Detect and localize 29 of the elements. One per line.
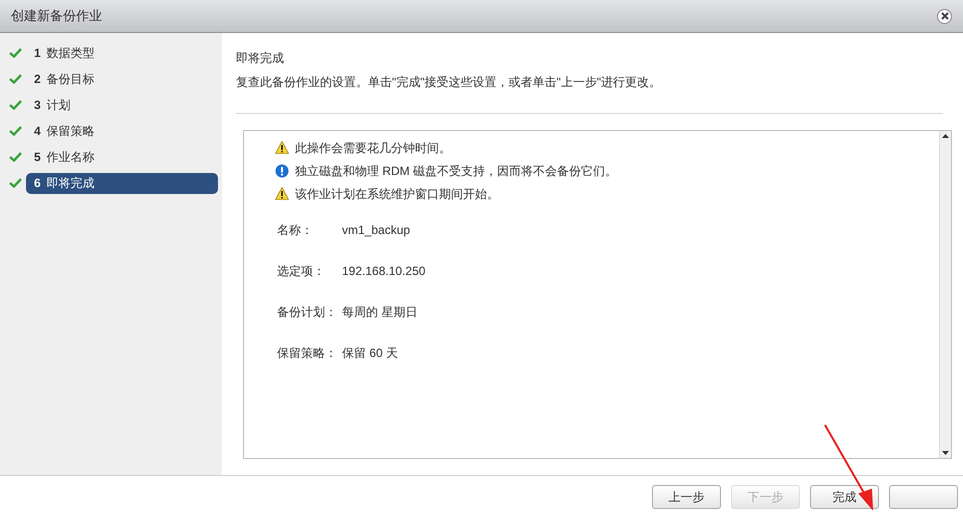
scroll-down-icon[interactable] [942, 451, 949, 455]
step-item[interactable]: 6 即将完成 [26, 172, 218, 194]
warning-icon [275, 141, 289, 154]
summary-label: 备份计划： [277, 304, 338, 321]
info-icon [275, 164, 289, 178]
close-icon[interactable] [937, 8, 952, 24]
dialog-button[interactable]: 上一步 [652, 485, 721, 509]
summary-label: 保留策略： [277, 345, 338, 362]
dialog-button[interactable]: 完成 [810, 485, 879, 509]
page-heading: 即将完成 [236, 50, 285, 67]
message-text: 此操作会需要花几分钟时间。 [295, 140, 451, 156]
warning-icon [275, 187, 289, 200]
step-item[interactable]: 1 数据类型 [26, 42, 218, 64]
page-description: 复查此备份作业的设置。单击"完成"接受这些设置，或者单击"上一步"进行更改。 [236, 74, 662, 91]
step-item[interactable]: 2 备份目标 [26, 68, 218, 90]
step-item[interactable]: 3 计划 [26, 94, 218, 116]
window-title: 创建新备份作业 [11, 7, 102, 26]
summary-value: 192.168.10.250 [342, 263, 426, 280]
summary-value: vm1_backup [342, 222, 410, 239]
step-item[interactable]: 5 作业名称 [26, 146, 218, 168]
summary-label: 选定项： [277, 263, 326, 280]
summary-value: 每周的 星期日 [342, 304, 418, 321]
message-text: 该作业计划在系统维护窗口期间开始。 [295, 186, 499, 202]
scroll-up-icon[interactable] [942, 134, 949, 138]
message-text: 独立磁盘和物理 RDM 磁盘不受支持，因而将不会备份它们。 [295, 162, 617, 180]
summary-label: 名称： [277, 222, 314, 239]
step-item[interactable]: 4 保留策略 [26, 120, 218, 142]
scrollbar[interactable] [939, 131, 951, 458]
summary-value: 保留 60 天 [342, 345, 398, 362]
